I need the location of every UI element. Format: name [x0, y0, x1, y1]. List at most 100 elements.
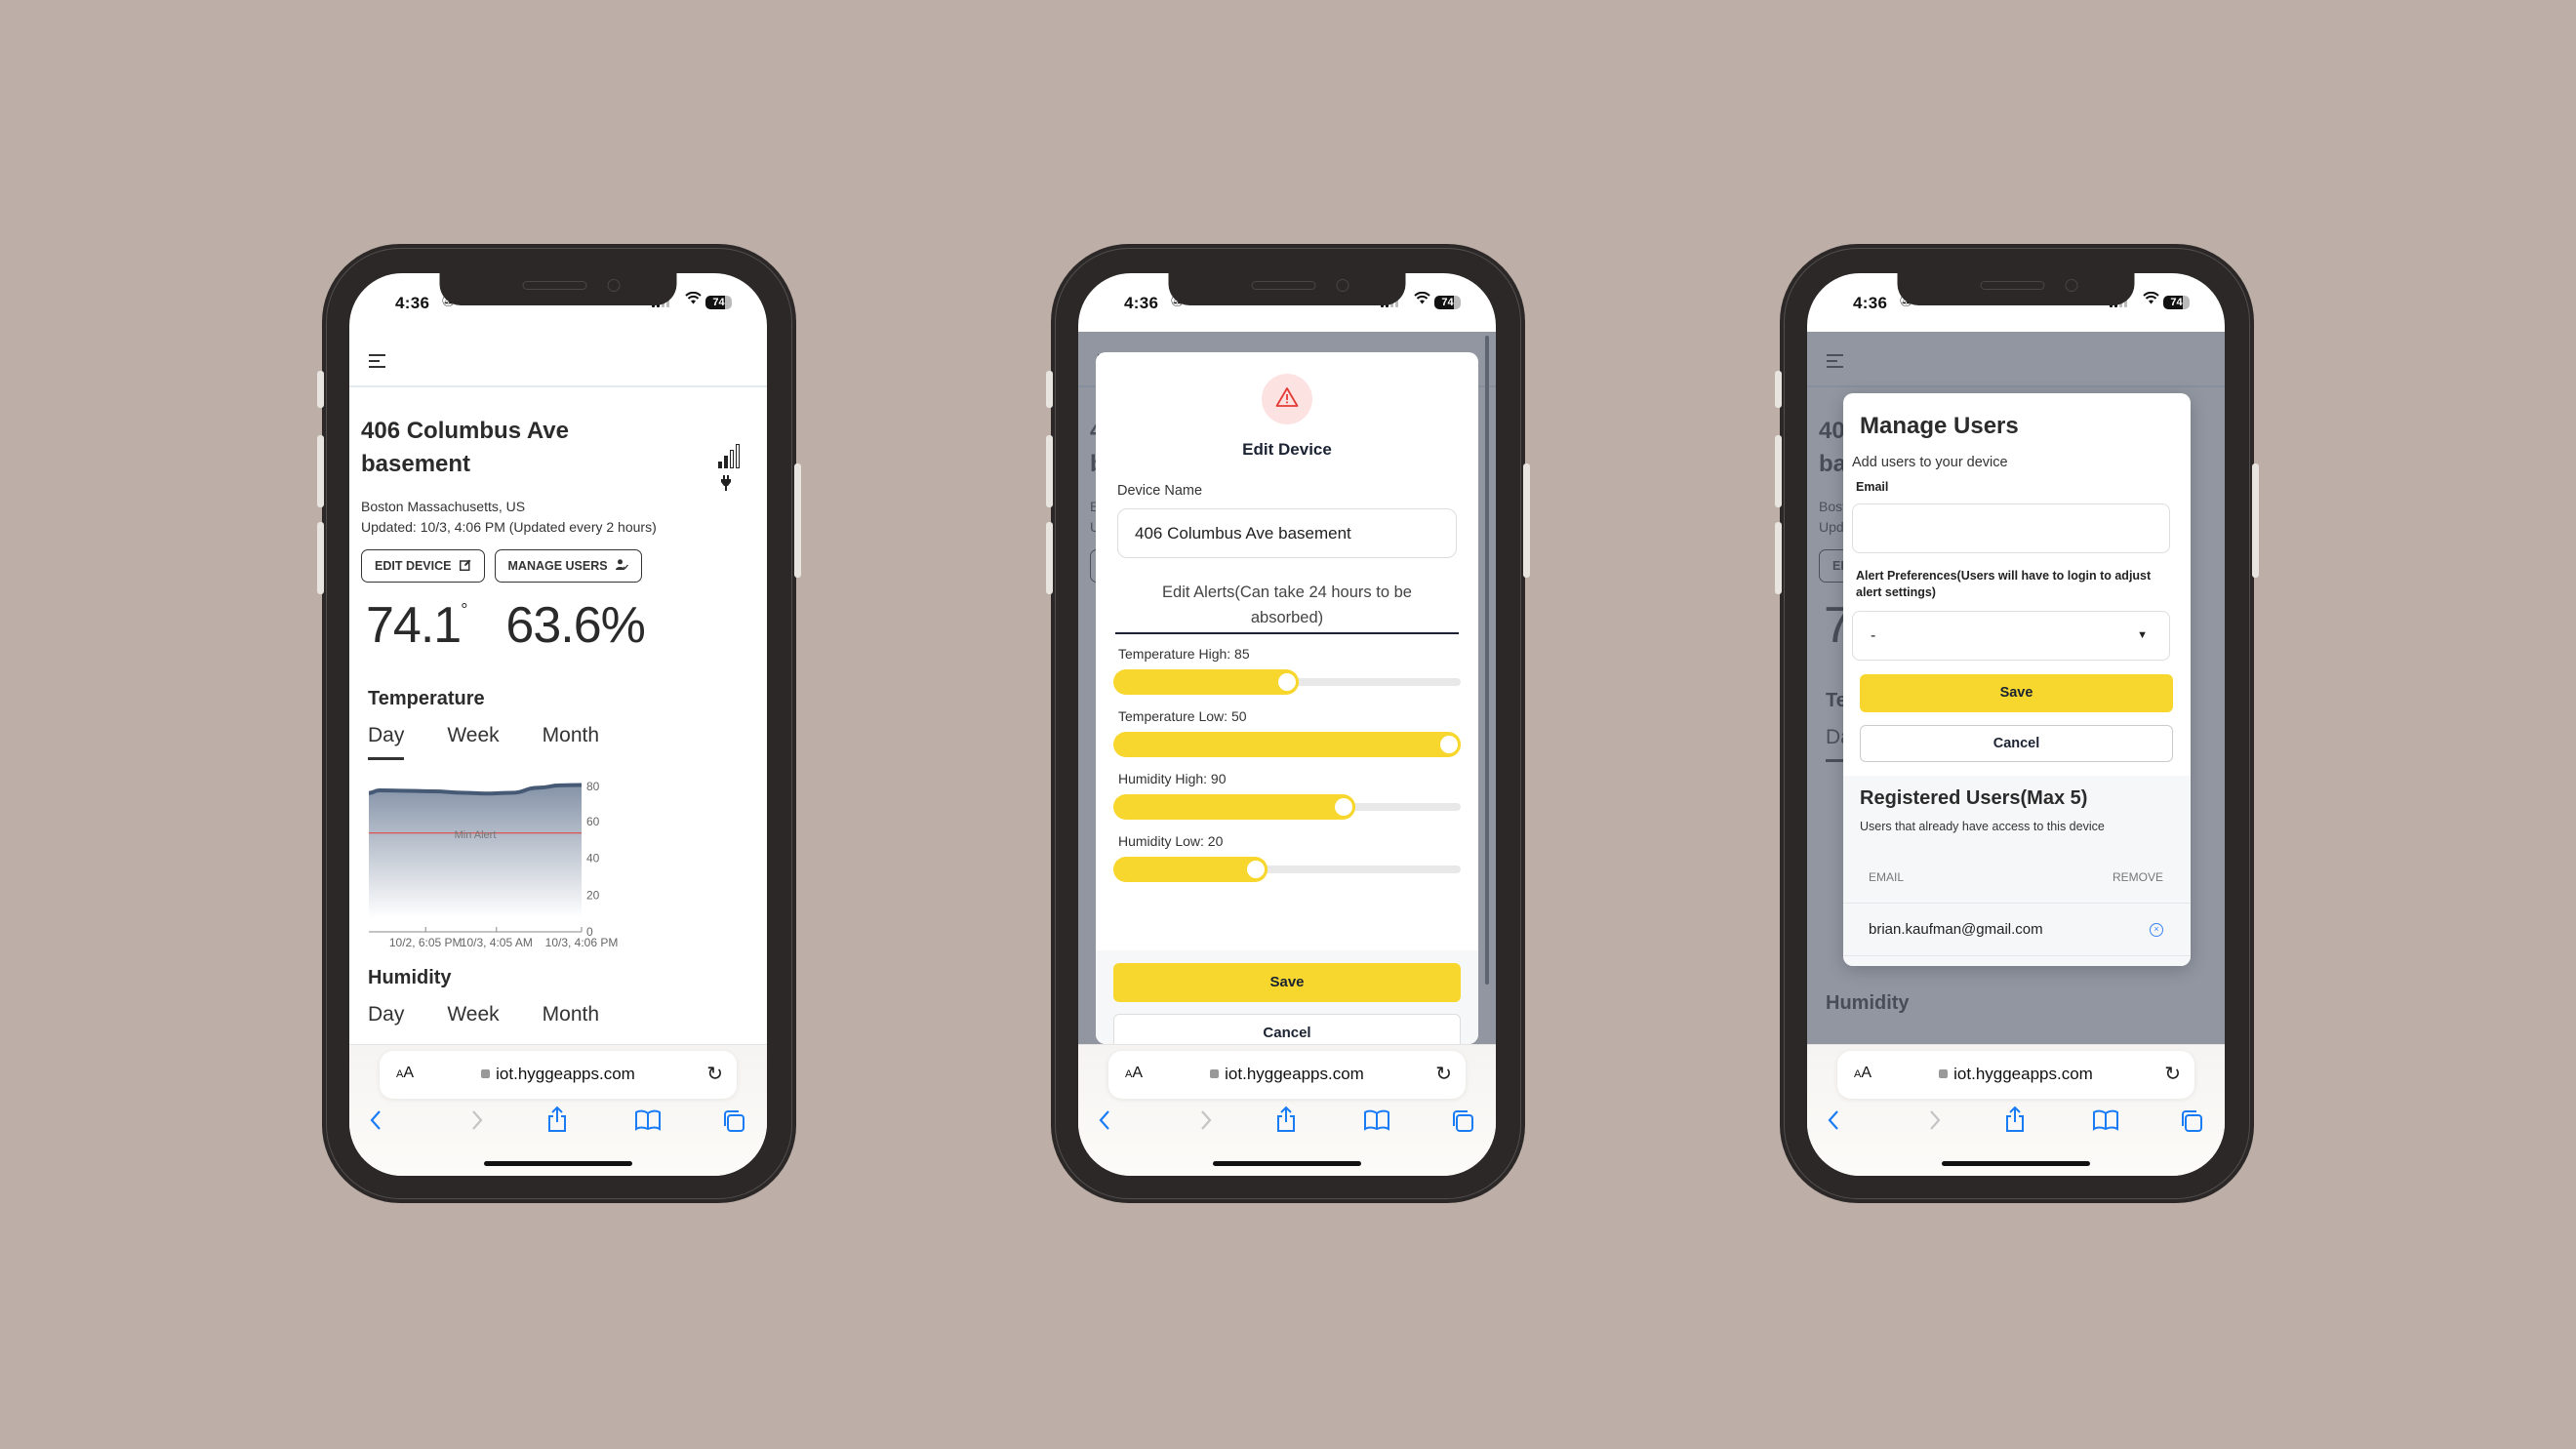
notch: [1897, 273, 2135, 305]
tab-week[interactable]: Week: [447, 1003, 499, 1036]
reload-icon[interactable]: ↻: [706, 1062, 723, 1086]
screen: 4:36 🔕︎ 74 406 Columbus Ave basement: [349, 273, 767, 1176]
column-remove: REMOVE: [2112, 870, 2163, 884]
temperature-chart-svg: Min Alert02040608010/2, 6:05 PM10/3, 4:0…: [368, 780, 618, 949]
tab-day[interactable]: Day: [368, 724, 405, 760]
forward-icon[interactable]: [470, 1109, 484, 1138]
chevron-down-icon: ▼: [2137, 629, 2148, 641]
slider-group: Humidity Low: 20: [1113, 833, 1461, 882]
remove-user-icon[interactable]: ×: [2150, 922, 2163, 937]
location-text: Boston Massachusetts, US: [361, 499, 526, 514]
modal-footer: Save Cancel: [1096, 950, 1478, 1044]
reload-icon[interactable]: ↻: [2164, 1062, 2181, 1086]
manage-users-button[interactable]: MANAGE USERS: [494, 549, 642, 583]
manage-users-label: MANAGE USERS: [507, 559, 608, 573]
device-location: Boston Massachusetts, US Updated: 10/3, …: [361, 497, 751, 538]
bookmarks-icon[interactable]: [2092, 1109, 2119, 1138]
alert-preferences-select[interactable]: - ▼: [1852, 611, 2170, 661]
tabs-icon[interactable]: [2179, 1109, 2204, 1140]
edit-icon: [459, 559, 471, 574]
save-button[interactable]: Save: [1860, 674, 2173, 712]
wifi-icon: [685, 291, 702, 309]
tabs-icon[interactable]: [1450, 1109, 1475, 1140]
column-email: EMAIL: [1869, 870, 1905, 884]
device-title: 406 Columbus Ave basement: [361, 418, 569, 477]
screen: 4:36 🔕︎ 74 406 Columbus Ave basement Bos…: [1807, 273, 2225, 1176]
humidity-high-slider[interactable]: [1113, 794, 1461, 820]
temperature-area: [369, 785, 582, 918]
forward-icon[interactable]: [1928, 1109, 1942, 1138]
tab-day[interactable]: Day: [368, 1003, 404, 1036]
humidity-low-slider[interactable]: [1113, 857, 1461, 882]
battery-icon: 74: [1434, 296, 1461, 309]
battery-icon: 74: [705, 296, 732, 309]
home-indicator: [1213, 1161, 1361, 1166]
temperature-high-slider[interactable]: [1113, 669, 1461, 695]
back-icon[interactable]: [1827, 1109, 1840, 1138]
user-check-icon: [615, 559, 628, 573]
lock-icon: [1210, 1069, 1220, 1078]
registered-users-section: Registered Users(Max 5) Users that alrea…: [1843, 776, 2191, 966]
address-bar[interactable]: AA iot.hyggeapps.com ↻: [1108, 1051, 1466, 1099]
y-tick-label: 80: [586, 780, 600, 793]
tab-week[interactable]: Week: [447, 724, 499, 760]
email-input[interactable]: [1852, 503, 2170, 553]
temperature-reading: 74.1°: [366, 596, 467, 655]
status-time: 4:36: [395, 294, 430, 312]
temperature-tabs: Day Week Month: [361, 724, 751, 760]
bookmarks-icon[interactable]: [1363, 1109, 1390, 1138]
temperature-chart: Min Alert 0 20 40 60 80 10/2, 6:05 PM 10/3, 4:0…: [361, 766, 751, 961]
edit-device-label: EDIT DEVICE: [375, 559, 452, 573]
humidity-low-label: Humidity Low: 20: [1118, 833, 1224, 849]
slider-group: Temperature Low: 50: [1113, 708, 1461, 757]
temperature-low-slider[interactable]: [1113, 732, 1461, 757]
edit-device-modal: Edit Device Device Name 406 Columbus Ave…: [1096, 352, 1478, 1044]
scrollbar[interactable]: [1485, 336, 1489, 985]
address-bar[interactable]: AA iot.hyggeapps.com ↻: [380, 1051, 737, 1099]
address-bar[interactable]: AA iot.hyggeapps.com ↻: [1837, 1051, 2194, 1099]
forward-icon[interactable]: [1199, 1109, 1213, 1138]
alert-preferences-value: -: [1871, 627, 1876, 644]
phone-manage-users: 4:36 🔕︎ 74 406 Columbus Ave basement Bos…: [1775, 244, 2259, 1203]
share-icon[interactable]: [2004, 1106, 2026, 1140]
browser-toolbar: AA iot.hyggeapps.com ↻: [1807, 1044, 2225, 1176]
phone-side-button: [1775, 522, 1782, 594]
phone-side-button: [317, 522, 324, 594]
registered-users-subtitle: Users that already have access to this d…: [1860, 820, 2105, 833]
slider-thumb[interactable]: [1275, 670, 1299, 694]
bookmarks-icon[interactable]: [634, 1109, 662, 1138]
temperature-low-label: Temperature Low: 50: [1118, 708, 1247, 724]
slider-thumb[interactable]: [1437, 733, 1461, 756]
device-name-input[interactable]: 406 Columbus Ave basement: [1117, 508, 1457, 558]
temperature-high-label: Temperature High: 85: [1118, 646, 1250, 662]
cancel-button[interactable]: Cancel: [1113, 1014, 1461, 1044]
home-indicator: [1942, 1161, 2090, 1166]
share-icon[interactable]: [1275, 1106, 1297, 1140]
back-icon[interactable]: [1098, 1109, 1111, 1138]
x-tick-label: 10/3, 4:05 AM: [461, 936, 533, 949]
phone-edit-device: 4:36 🔕︎ 74 406 Columbus Ave basement Bos…: [1046, 244, 1530, 1203]
reload-icon[interactable]: ↻: [1435, 1062, 1452, 1086]
phone-side-button: [1775, 435, 1782, 507]
tab-month[interactable]: Month: [543, 1003, 599, 1036]
edit-alerts-heading: Edit Alerts(Can take 24 hours to be abso…: [1115, 580, 1459, 634]
menu-icon[interactable]: [369, 354, 385, 372]
lock-icon: [481, 1069, 491, 1078]
save-button[interactable]: Save: [1113, 963, 1461, 1002]
phone-side-button: [1046, 371, 1053, 408]
user-email: brian.kaufman@gmail.com: [1869, 921, 2043, 938]
browser-toolbar: AA iot.hyggeapps.com ↻: [349, 1044, 767, 1176]
cancel-button[interactable]: Cancel: [1860, 725, 2173, 762]
edit-device-button[interactable]: EDIT DEVICE: [361, 549, 485, 583]
home-indicator: [484, 1161, 632, 1166]
temperature-section-title: Temperature: [368, 688, 485, 709]
phone-side-button: [1046, 522, 1053, 594]
notch: [439, 273, 677, 305]
modal-title: Edit Device: [1242, 440, 1332, 459]
share-icon[interactable]: [546, 1106, 568, 1140]
back-icon[interactable]: [369, 1109, 382, 1138]
slider-thumb[interactable]: [1332, 795, 1356, 819]
phone-side-button: [317, 371, 324, 408]
tabs-icon[interactable]: [721, 1109, 746, 1140]
tab-month[interactable]: Month: [543, 724, 599, 760]
